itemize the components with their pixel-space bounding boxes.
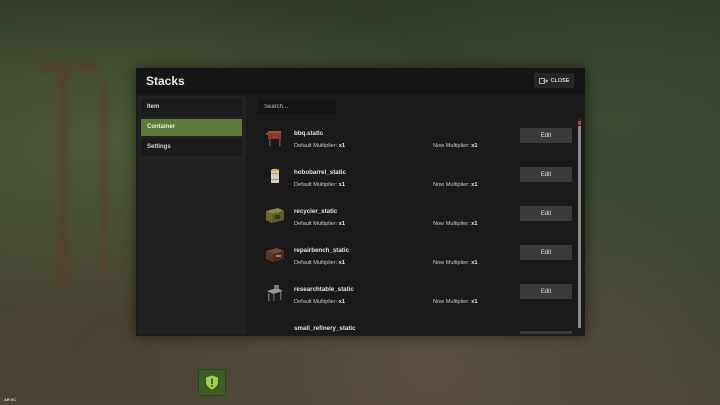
edit-button[interactable]: Edit — [520, 245, 572, 260]
hobo-barrel-icon — [271, 168, 279, 183]
default-multiplier: Default Multiplier: x1 — [294, 260, 346, 266]
item-name: small_refinery_static — [294, 325, 356, 332]
edit-button[interactable] — [520, 331, 572, 334]
window-title: Stacks — [146, 74, 185, 88]
item-name: recycler_static — [294, 208, 338, 215]
search-input[interactable] — [258, 99, 336, 114]
close-button[interactable]: CLOSE — [534, 73, 574, 88]
research-table-icon — [267, 285, 283, 301]
sidebar-item-item[interactable]: Item — [141, 99, 242, 116]
close-button-label: CLOSE — [550, 77, 570, 84]
stacks-window: Stacks CLOSE Item Container Settings bbq… — [136, 68, 585, 336]
list-item: recycler_static Default Multiplier: x1 N… — [248, 199, 578, 238]
list-item: repairbench_static Default Multiplier: x… — [248, 238, 578, 277]
edit-button[interactable]: Edit — [520, 167, 572, 182]
repair-bench-icon — [266, 248, 284, 262]
item-name: repairbench_static — [294, 247, 350, 254]
scroll-marker — [578, 121, 581, 125]
item-name: bbq.static — [294, 130, 324, 137]
list-item: bbq.static Default Multiplier: x1 Now Mu… — [248, 121, 578, 160]
default-multiplier: Default Multiplier: x1 — [294, 143, 346, 149]
list-item: small_refinery_static — [248, 316, 578, 334]
sidebar-item-container[interactable]: Container — [141, 119, 242, 136]
container-list: bbq.static Default Multiplier: x1 Now Mu… — [248, 96, 583, 334]
list-item: researchtable_static Default Multiplier:… — [248, 277, 578, 316]
sidebar: Item Container Settings — [138, 96, 246, 334]
sidebar-item-settings[interactable]: Settings — [141, 139, 242, 156]
now-multiplier: Now Multiplier: x1 — [433, 182, 478, 188]
now-multiplier: Now Multiplier: x1 — [433, 299, 478, 305]
small-refinery-icon — [264, 322, 286, 334]
bbq-icon — [266, 131, 281, 146]
scrollbar-thumb[interactable] — [578, 126, 581, 328]
hud-shield-button[interactable] — [198, 369, 226, 396]
hud-corner-text: AR 6C — [4, 397, 17, 402]
background-post — [100, 80, 108, 280]
background-beam — [40, 62, 100, 70]
exit-icon — [538, 77, 548, 84]
edit-button[interactable]: Edit — [520, 284, 572, 299]
now-multiplier: Now Multiplier: x1 — [433, 143, 478, 149]
background-post — [58, 70, 68, 290]
item-name: hobobarrel_static — [294, 169, 346, 176]
shield-alert-icon — [206, 375, 218, 390]
edit-button[interactable]: Edit — [520, 206, 572, 221]
item-name: researchtable_static — [294, 286, 354, 293]
window-header: Stacks CLOSE — [136, 68, 585, 94]
now-multiplier: Now Multiplier: x1 — [433, 221, 478, 227]
default-multiplier: Default Multiplier: x1 — [294, 299, 346, 305]
default-multiplier: Default Multiplier: x1 — [294, 221, 346, 227]
scrollbar[interactable] — [578, 118, 581, 328]
recycler-icon — [266, 208, 284, 223]
edit-button[interactable]: Edit — [520, 128, 572, 143]
now-multiplier: Now Multiplier: x1 — [433, 260, 478, 266]
list-item: hobobarrel_static Default Multiplier: x1… — [248, 160, 578, 199]
default-multiplier: Default Multiplier: x1 — [294, 182, 346, 188]
